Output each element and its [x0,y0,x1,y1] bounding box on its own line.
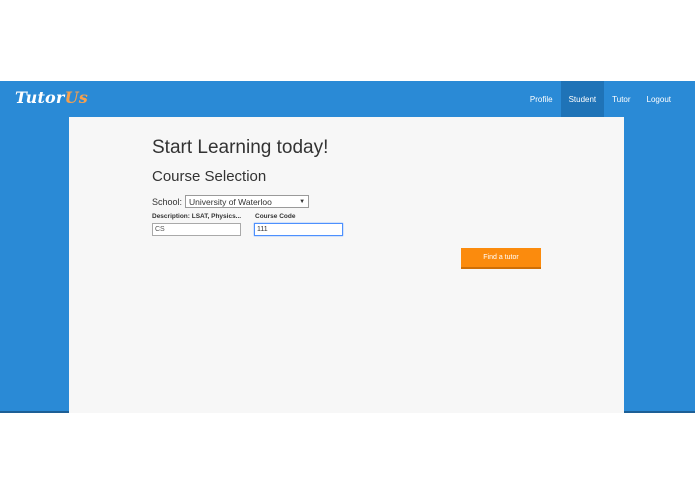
nav-item-profile[interactable]: Profile [522,81,561,117]
nav-item-student[interactable]: Student [560,81,605,117]
course-code-input[interactable] [254,223,343,236]
logo-text-tutor: Tutor [15,88,65,107]
chevron-down-icon: ▼ [299,198,306,205]
main-content-panel: Start Learning today! Course Selection S… [69,117,624,413]
nav-item-tutor[interactable]: Tutor [604,81,638,117]
description-input[interactable] [152,223,241,236]
nav-menu: Profile Student Tutor Logout [522,81,679,117]
logo-text-us: Us [64,88,88,107]
navbar: TutorUs Profile Student Tutor Logout [0,81,695,117]
course-code-label: Course Code [255,213,296,220]
school-select[interactable]: University of Waterloo ▼ [185,195,310,208]
description-label: Description: LSAT, Physics... [152,213,242,220]
page-title: Start Learning today! [152,137,329,158]
logo[interactable]: TutorUs [15,88,88,107]
nav-item-logout[interactable]: Logout [639,81,679,117]
school-select-value: University of Waterloo [189,196,272,207]
section-title: Course Selection [152,168,267,185]
find-tutor-button[interactable]: Find a tutor [461,248,541,269]
school-label: School: [152,196,183,207]
app-frame: TutorUs Profile Student Tutor Logout Sta… [0,81,695,413]
school-row: School: University of Waterloo ▼ [152,195,310,208]
